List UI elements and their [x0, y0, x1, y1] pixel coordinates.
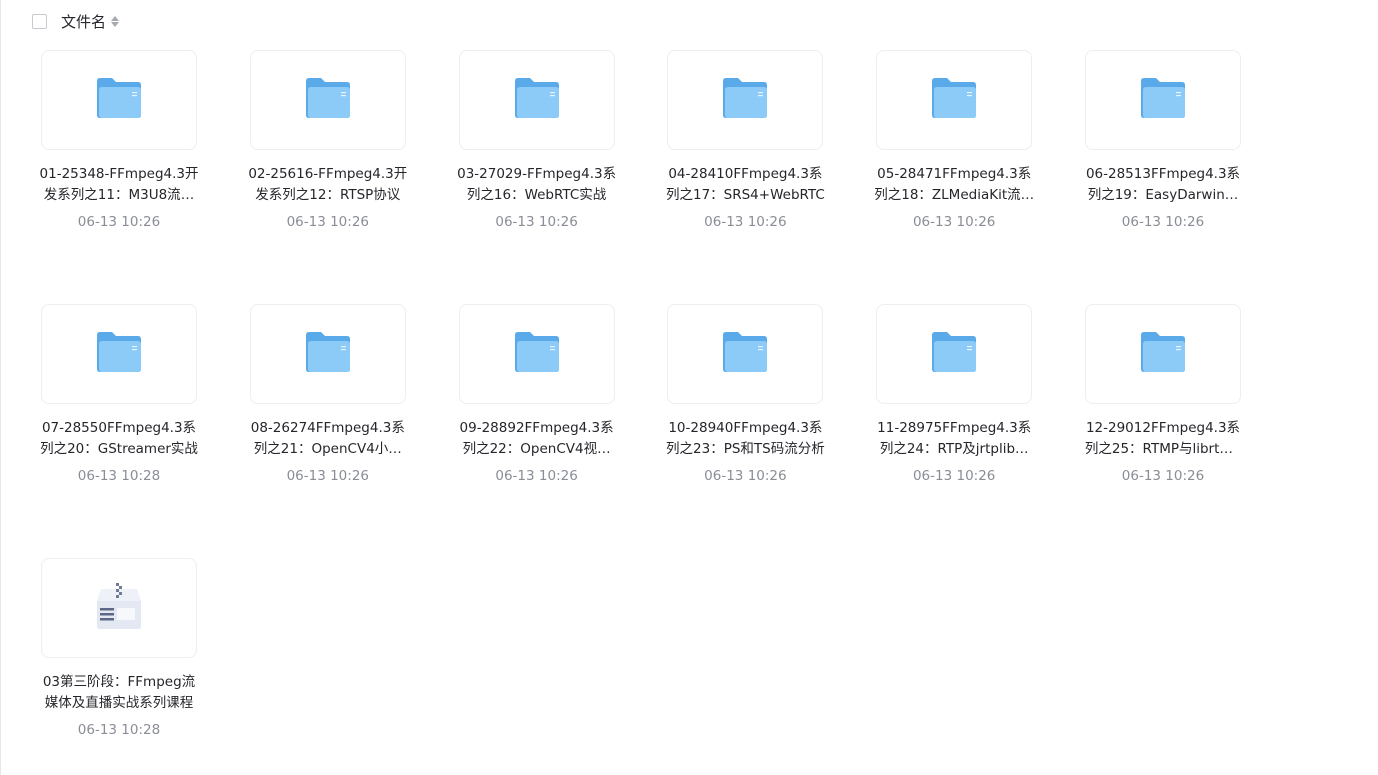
- file-thumbnail[interactable]: [458, 304, 615, 404]
- file-name[interactable]: 10-28940FFmpeg4.3系列之23：PS和TS码流分析: [665, 418, 825, 460]
- file-name[interactable]: 06-28513FFmpeg4.3系列之19：EasyDarwin流媒体: [1083, 164, 1243, 206]
- file-thumbnail[interactable]: [1085, 50, 1241, 150]
- modified-time: 06-13 10:26: [495, 468, 578, 484]
- file-item[interactable]: 05-28471FFmpeg4.3系列之18：ZLMediaKit流媒体 06-…: [874, 50, 1034, 230]
- file-thumbnail[interactable]: [667, 304, 824, 404]
- file-name[interactable]: 01-25348-FFmpeg4.3开发系列之11：M3U8流媒体: [39, 164, 199, 206]
- sort-by-name-button[interactable]: 文件名: [61, 11, 120, 32]
- file-name[interactable]: 08-26274FFmpeg4.3系列之21：OpenCV4小项目: [248, 418, 408, 460]
- select-all-checkbox[interactable]: [32, 13, 47, 29]
- file-thumbnail[interactable]: [41, 304, 197, 404]
- folder-icon: [931, 331, 977, 377]
- sort-arrows-icon: [111, 15, 120, 27]
- file-thumbnail[interactable]: [876, 50, 1033, 150]
- file-name[interactable]: 11-28975FFmpeg4.3系列之24：RTP及jrtplib实战: [874, 418, 1034, 460]
- file-thumbnail[interactable]: [41, 558, 197, 658]
- folder-icon: [1140, 331, 1186, 377]
- file-name[interactable]: 03第三阶段：FFmpeg流媒体及直播实战系列课程: [39, 672, 199, 714]
- file-item[interactable]: 04-28410FFmpeg4.3系列之17：SRS4+WebRTC 06-13…: [665, 50, 825, 230]
- file-name[interactable]: 12-29012FFmpeg4.3系列之25：RTMP与librtmp实战: [1083, 418, 1243, 460]
- modified-time: 06-13 10:26: [286, 214, 370, 230]
- modified-time: 06-13 10:26: [77, 214, 161, 230]
- sort-label: 文件名: [61, 12, 107, 31]
- folder-icon: [305, 331, 351, 377]
- file-thumbnail[interactable]: [249, 50, 406, 150]
- folder-icon: [931, 77, 977, 123]
- folder-icon: [96, 77, 142, 123]
- file-item[interactable]: 10-28940FFmpeg4.3系列之23：PS和TS码流分析 06-13 1…: [665, 304, 825, 484]
- file-item[interactable]: 11-28975FFmpeg4.3系列之24：RTP及jrtplib实战 06-…: [874, 304, 1034, 484]
- modified-time: 06-13 10:26: [1121, 468, 1205, 484]
- file-browser: 文件名 01-25348-FFmpeg4.3开发系列之11：M3U8流媒体 06…: [0, 0, 1378, 775]
- modified-time: 06-13 10:26: [912, 468, 996, 484]
- file-item[interactable]: 01-25348-FFmpeg4.3开发系列之11：M3U8流媒体 06-13 …: [39, 50, 199, 230]
- folder-icon: [96, 331, 142, 377]
- file-item[interactable]: 03-27029-FFmpeg4.3系列之16：WebRTC实战 06-13 1…: [457, 50, 617, 230]
- file-item[interactable]: 02-25616-FFmpeg4.3开发系列之12：RTSP协议 06-13 1…: [248, 50, 408, 230]
- file-name[interactable]: 03-27029-FFmpeg4.3系列之16：WebRTC实战: [457, 164, 617, 206]
- folder-icon: [1140, 77, 1186, 123]
- modified-time: 06-13 10:26: [704, 214, 787, 230]
- file-thumbnail[interactable]: [1085, 304, 1241, 404]
- list-header: 文件名: [32, 10, 120, 32]
- file-item[interactable]: 07-28550FFmpeg4.3系列之20：GStreamer实战 06-13…: [39, 304, 199, 484]
- modified-time: 06-13 10:26: [495, 214, 578, 230]
- folder-icon: [514, 331, 560, 377]
- file-thumbnail[interactable]: [458, 50, 615, 150]
- file-thumbnail[interactable]: [41, 50, 197, 150]
- folder-icon: [722, 77, 768, 123]
- modified-time: 06-13 10:26: [286, 468, 370, 484]
- modified-time: 06-13 10:26: [912, 214, 996, 230]
- folder-icon: [722, 331, 768, 377]
- folder-icon: [514, 77, 560, 123]
- modified-time: 06-13 10:26: [704, 468, 787, 484]
- file-thumbnail[interactable]: [667, 50, 824, 150]
- modified-time: 06-13 10:28: [77, 468, 161, 484]
- file-item[interactable]: 06-28513FFmpeg4.3系列之19：EasyDarwin流媒体 06-…: [1085, 50, 1241, 230]
- file-item[interactable]: 03第三阶段：FFmpeg流媒体及直播实战系列课程 06-13 10:28: [41, 558, 197, 738]
- file-name[interactable]: 09-28892FFmpeg4.3系列之22：OpenCV4视频处理: [457, 418, 617, 460]
- file-item[interactable]: 08-26274FFmpeg4.3系列之21：OpenCV4小项目 06-13 …: [248, 304, 408, 484]
- folder-icon: [305, 77, 351, 123]
- file-name[interactable]: 04-28410FFmpeg4.3系列之17：SRS4+WebRTC: [665, 164, 825, 206]
- modified-time: 06-13 10:26: [1121, 214, 1205, 230]
- file-thumbnail[interactable]: [249, 304, 406, 404]
- file-item[interactable]: 09-28892FFmpeg4.3系列之22：OpenCV4视频处理 06-13…: [457, 304, 617, 484]
- modified-time: 06-13 10:28: [77, 722, 161, 738]
- zip-archive-icon: [95, 581, 143, 635]
- file-name[interactable]: 05-28471FFmpeg4.3系列之18：ZLMediaKit流媒体: [874, 164, 1034, 206]
- file-thumbnail[interactable]: [876, 304, 1033, 404]
- file-item[interactable]: 12-29012FFmpeg4.3系列之25：RTMP与librtmp实战 06…: [1085, 304, 1241, 484]
- file-name[interactable]: 07-28550FFmpeg4.3系列之20：GStreamer实战: [39, 418, 199, 460]
- file-name[interactable]: 02-25616-FFmpeg4.3开发系列之12：RTSP协议: [248, 164, 408, 206]
